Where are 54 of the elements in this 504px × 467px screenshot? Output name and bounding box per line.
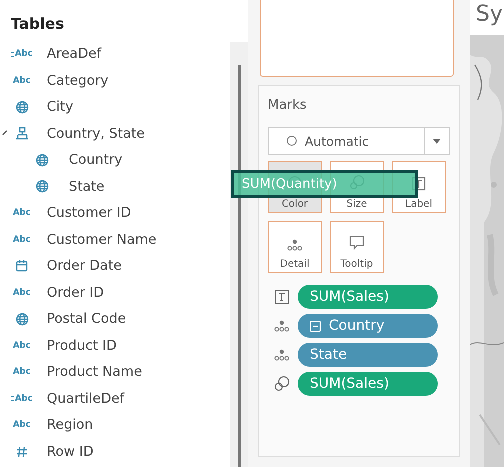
mark-type-value: Automatic bbox=[305, 134, 370, 148]
dots-icon bbox=[287, 239, 303, 251]
speech-bubble-icon bbox=[349, 235, 365, 251]
field-name[interactable]: Product Name bbox=[47, 364, 142, 380]
field-name[interactable]: Category bbox=[47, 72, 109, 89]
globe-icon bbox=[36, 154, 48, 167]
field-name[interactable]: City bbox=[47, 99, 74, 116]
pill-label: SUM(Sales) bbox=[310, 289, 390, 305]
field-name[interactable]: Postal Code bbox=[47, 311, 126, 328]
collapse-icon bbox=[310, 320, 321, 332]
field-name[interactable]: Row ID bbox=[47, 444, 94, 460]
view-title: Sy bbox=[476, 1, 504, 29]
size-circles-icon bbox=[274, 376, 290, 392]
text-type-label: Abc bbox=[13, 288, 31, 298]
text-type-label: Abc bbox=[13, 234, 31, 245]
calculated-text-type-label: Abc bbox=[11, 394, 33, 404]
text-type-label: Abc bbox=[13, 208, 31, 218]
field-name[interactable]: Customer Name bbox=[47, 232, 157, 248]
text-type-label: Abc bbox=[13, 340, 31, 351]
mark-type-dropdown[interactable]: Automatic bbox=[268, 127, 450, 155]
section-title: Tables bbox=[11, 15, 64, 33]
field-name[interactable]: Product ID bbox=[47, 338, 117, 354]
text-type-label: Abc bbox=[13, 420, 31, 430]
field-name[interactable]: AreaDef bbox=[47, 46, 102, 62]
globe-icon bbox=[16, 312, 28, 326]
mark-property-button[interactable]: Detail bbox=[268, 221, 322, 273]
dropdown-arrow-icon bbox=[433, 138, 441, 144]
text-type-label: Abc bbox=[13, 76, 31, 86]
field-name[interactable]: Country bbox=[69, 152, 123, 168]
calculated-text-type-label: Abc bbox=[11, 49, 33, 60]
field-name[interactable]: Order ID bbox=[47, 284, 104, 301]
calendar-icon bbox=[16, 260, 28, 272]
globe-icon bbox=[36, 180, 48, 194]
text-type-label: Abc bbox=[13, 367, 31, 378]
expanded-caret-icon[interactable] bbox=[2, 128, 8, 136]
marks-title: Marks bbox=[268, 98, 307, 113]
field-name[interactable]: Customer ID bbox=[47, 205, 132, 222]
field-name[interactable]: QuartileDef bbox=[47, 390, 125, 407]
pill-label: State bbox=[310, 347, 348, 363]
scrollbar-thumb[interactable] bbox=[238, 65, 240, 467]
dots-icon bbox=[274, 318, 290, 334]
field-name[interactable]: Order Date bbox=[47, 258, 122, 274]
field-name[interactable]: Country, State bbox=[47, 126, 145, 142]
hierarchy-icon bbox=[16, 127, 28, 140]
field-name[interactable]: Region bbox=[47, 417, 94, 434]
text-box-icon bbox=[274, 289, 290, 305]
pill-label: SUM(Sales) bbox=[310, 376, 390, 392]
globe-icon bbox=[16, 100, 28, 114]
field-name[interactable]: State bbox=[69, 178, 105, 195]
circle-icon bbox=[287, 136, 297, 146]
pill-label: Country bbox=[329, 318, 385, 334]
number-sign-icon bbox=[16, 446, 28, 458]
mark-property-button[interactable]: Tooltip bbox=[330, 221, 384, 273]
dots-icon bbox=[274, 347, 290, 363]
